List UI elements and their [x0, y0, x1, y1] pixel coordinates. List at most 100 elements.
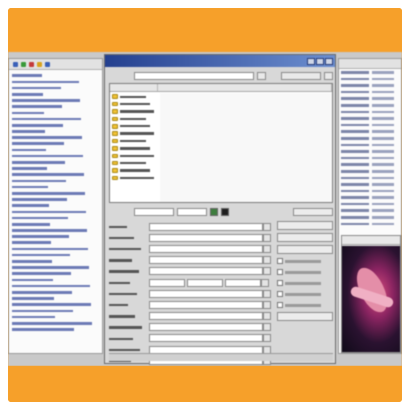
column-header[interactable]	[110, 84, 158, 91]
dropdown-arrow-icon[interactable]	[263, 222, 271, 231]
property-row	[339, 69, 401, 76]
dropdown-arrow-icon[interactable]	[263, 267, 271, 276]
properties-list	[339, 69, 401, 227]
file-list[interactable]	[109, 83, 333, 203]
form-row	[109, 255, 275, 266]
folder-icon	[112, 146, 118, 151]
navigation-row	[109, 207, 333, 217]
file-name	[120, 110, 154, 113]
apply-button[interactable]	[293, 208, 333, 216]
field-input[interactable]	[149, 278, 185, 287]
action-button[interactable]	[277, 245, 333, 254]
text-line	[12, 327, 99, 333]
list-header	[110, 84, 332, 92]
directory-option-button[interactable]	[281, 72, 321, 80]
form-row	[109, 333, 275, 344]
form-row	[109, 322, 275, 333]
property-row	[339, 155, 401, 162]
file-name	[120, 132, 154, 135]
dropdown-arrow-icon[interactable]	[261, 278, 269, 287]
property-row	[339, 122, 401, 129]
delete-icon[interactable]	[29, 61, 34, 67]
field-input[interactable]	[149, 323, 263, 332]
field-input[interactable]	[149, 300, 263, 309]
action-button[interactable]	[277, 312, 333, 321]
up-folder-button[interactable]	[257, 72, 266, 80]
field-label	[109, 280, 149, 285]
file-name	[120, 176, 154, 180]
directory-combo[interactable]	[134, 72, 254, 80]
folder-icon	[112, 124, 118, 129]
dropdown-arrow-icon[interactable]	[263, 256, 271, 265]
folder-icon	[112, 94, 118, 99]
minimize-icon[interactable]	[307, 57, 315, 65]
dropdown-arrow-icon[interactable]	[263, 289, 271, 298]
open-icon[interactable]	[13, 61, 18, 67]
search-icon[interactable]	[45, 61, 50, 67]
option-checkbox[interactable]	[277, 279, 333, 287]
field-input[interactable]	[149, 233, 263, 242]
field-input[interactable]	[149, 334, 263, 343]
preview-toolbar	[342, 236, 400, 245]
dropdown-arrow-icon[interactable]	[263, 233, 271, 242]
property-row	[339, 142, 401, 149]
property-row	[339, 168, 401, 175]
top-band	[8, 8, 402, 52]
action-button[interactable]	[277, 233, 333, 242]
stop-icon[interactable]	[221, 208, 229, 216]
field-input[interactable]	[149, 289, 263, 298]
maximize-icon[interactable]	[316, 57, 324, 65]
field-input[interactable]	[149, 312, 263, 321]
property-row	[339, 115, 401, 122]
play-icon[interactable]	[210, 208, 218, 216]
file-name	[120, 147, 150, 150]
file-name	[120, 117, 146, 121]
dropdown-arrow-icon[interactable]	[263, 244, 271, 253]
option-checkbox[interactable]	[277, 257, 333, 265]
folder-icon	[112, 101, 118, 107]
folder-icon	[112, 116, 118, 122]
form-row	[109, 232, 275, 243]
option-checkbox[interactable]	[277, 268, 333, 276]
dropdown-arrow-icon[interactable]	[263, 300, 271, 309]
field-input[interactable]	[149, 267, 263, 276]
option-checkbox[interactable]	[277, 290, 333, 298]
field-label	[109, 314, 149, 319]
field-input[interactable]	[149, 244, 263, 253]
dropdown-arrow-icon[interactable]	[263, 312, 271, 321]
folder-icon	[112, 131, 118, 136]
field-input[interactable]	[225, 278, 261, 287]
text-line	[12, 283, 99, 289]
form-row	[109, 311, 275, 322]
close-icon[interactable]	[325, 57, 333, 65]
column-header[interactable]	[158, 84, 332, 91]
field-input[interactable]	[187, 278, 223, 287]
property-row	[339, 214, 401, 221]
field-input[interactable]	[149, 222, 263, 231]
file-name	[120, 169, 150, 172]
folder-icon	[112, 153, 118, 159]
property-row	[339, 109, 401, 116]
refresh-button[interactable]	[324, 72, 333, 80]
folder-icon[interactable]	[37, 61, 42, 67]
dropdown-arrow-icon[interactable]	[263, 323, 271, 332]
field-label	[109, 224, 149, 229]
file-details-area	[160, 93, 332, 202]
field-input[interactable]	[149, 256, 263, 265]
save-icon[interactable]	[21, 61, 26, 67]
position-field-2[interactable]	[177, 208, 207, 216]
left-toolbar	[9, 59, 102, 70]
form-row	[109, 299, 275, 310]
property-row	[339, 89, 401, 96]
dropdown-arrow-icon[interactable]	[263, 334, 271, 343]
option-checkbox[interactable]	[277, 301, 333, 309]
property-row	[339, 201, 401, 208]
property-row	[339, 188, 401, 195]
action-button[interactable]	[277, 221, 333, 230]
position-field[interactable]	[134, 208, 174, 216]
form-row	[109, 277, 275, 288]
field-label	[109, 302, 149, 307]
text-line	[12, 321, 99, 327]
property-row	[339, 181, 401, 188]
text-line	[12, 228, 99, 234]
